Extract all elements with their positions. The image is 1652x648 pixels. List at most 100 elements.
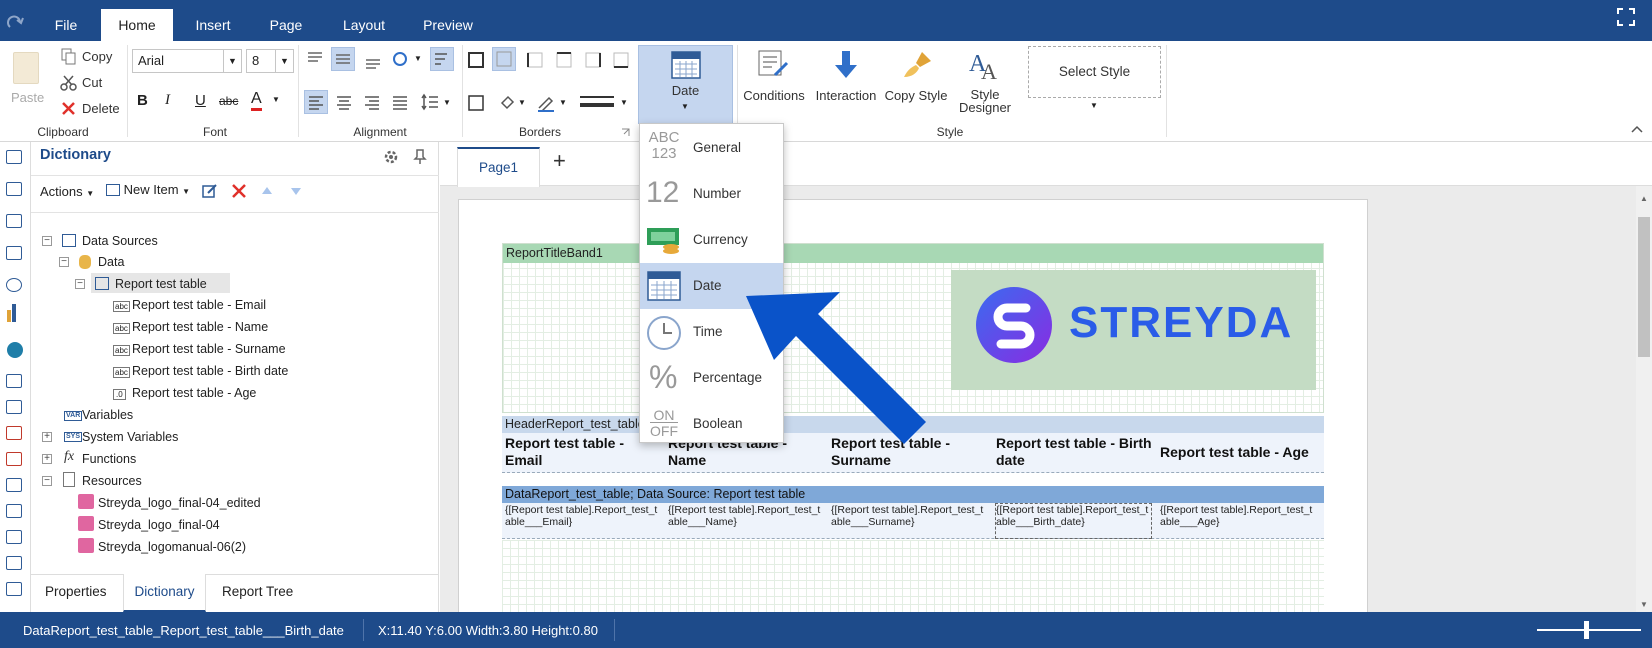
data-cell-birth-date[interactable]: {[Report test table].Report_test_table__…	[995, 503, 1152, 539]
border-all-icon[interactable]	[467, 51, 485, 69]
border-right-icon[interactable]	[584, 51, 602, 69]
edit-icon[interactable]	[202, 183, 218, 199]
tree-item-data[interactable]: Data	[98, 255, 124, 269]
tree-item-column[interactable]: Report test table - Surname	[132, 342, 286, 356]
collapse-toggle[interactable]: −	[42, 476, 52, 486]
zoom-slider[interactable]	[1537, 629, 1641, 631]
tree-item-column[interactable]: Report test table - Birth date	[132, 364, 288, 378]
collapse-ribbon-icon[interactable]	[1631, 124, 1643, 134]
header-cell-birth-date[interactable]: Report test table - Birth date	[996, 435, 1156, 469]
barcode-icon[interactable]	[6, 452, 22, 466]
cross-tab-icon[interactable]	[6, 582, 22, 596]
chart-icon[interactable]	[7, 310, 11, 322]
delete-icon[interactable]	[231, 183, 247, 199]
fill-color-icon[interactable]	[498, 94, 516, 112]
style-designer-button[interactable]: AA Style Designer	[955, 47, 1015, 121]
border-left-icon[interactable]	[526, 51, 544, 69]
tab-page1[interactable]: Page1	[457, 147, 540, 187]
collapse-toggle[interactable]: −	[59, 257, 69, 267]
border-style-icon[interactable]	[467, 94, 485, 112]
copy-style-button[interactable]: Copy Style	[882, 47, 950, 107]
tree-item-image-resource[interactable]: Streyda_logomanual-06(2)	[98, 540, 246, 554]
new-item-menu[interactable]: New Item ▼	[106, 182, 190, 197]
move-down-icon[interactable]	[290, 185, 302, 197]
font-size-select[interactable]: 8 ▼	[246, 49, 294, 73]
rotate-text-icon[interactable]	[392, 50, 410, 68]
tree-item-report-test-table[interactable]: Report test table	[115, 277, 207, 291]
tree-item-image-resource[interactable]: Streyda_logo_final-04	[98, 518, 220, 532]
tree-item-functions[interactable]: Functions	[82, 452, 136, 466]
border-width-select[interactable]	[580, 92, 616, 110]
tree-item-resources[interactable]: Resources	[82, 474, 142, 488]
redo-icon[interactable]	[7, 14, 25, 30]
chevron-down-icon[interactable]: ▼	[620, 98, 628, 107]
tree-item-column[interactable]: Report test table - Email	[132, 298, 266, 312]
data-band-icon[interactable]	[6, 246, 22, 260]
chevron-down-icon[interactable]: ▼	[518, 98, 526, 107]
paste-button[interactable]: Paste	[8, 52, 44, 110]
tree-item-data-sources[interactable]: Data Sources	[82, 234, 158, 248]
data-cell-email[interactable]: {[Report test table].Report_test_table__…	[505, 504, 660, 538]
align-top-icon[interactable]	[306, 50, 324, 68]
tab-file[interactable]: File	[42, 0, 90, 41]
underline-button[interactable]: U	[195, 92, 206, 109]
tab-home[interactable]: Home	[101, 9, 173, 41]
cut-button[interactable]: Cut	[60, 74, 120, 92]
border-bottom-icon[interactable]	[612, 51, 630, 69]
tab-layout[interactable]: Layout	[332, 0, 396, 41]
tab-report-tree[interactable]: Report Tree	[222, 584, 293, 599]
header-cell-age[interactable]: Report test table - Age	[1160, 444, 1322, 461]
copy-button[interactable]: Copy	[60, 48, 120, 66]
expand-toggle[interactable]: +	[42, 432, 52, 442]
tree-item-image-resource[interactable]: Streyda_logo_final-04_edited	[98, 496, 261, 510]
fullscreen-icon[interactable]	[1617, 8, 1635, 26]
chevron-down-icon[interactable]: ▼	[443, 98, 451, 107]
dialog-launcher-icon[interactable]	[621, 128, 630, 137]
chevron-down-icon[interactable]: ▼	[414, 54, 422, 63]
tab-dictionary[interactable]: Dictionary	[123, 574, 206, 612]
border-top-icon[interactable]	[555, 51, 573, 69]
interaction-button[interactable]: Interaction	[811, 47, 881, 107]
tab-insert[interactable]: Insert	[180, 0, 246, 41]
line-spacing-icon[interactable]	[421, 93, 439, 111]
panel-icon[interactable]	[6, 478, 22, 492]
shapes-icon[interactable]	[6, 278, 22, 292]
bold-button[interactable]: B	[137, 92, 148, 109]
chevron-down-icon[interactable]: ▼	[559, 98, 567, 107]
rich-text-icon[interactable]	[6, 400, 22, 414]
align-middle-button[interactable]	[331, 47, 355, 71]
checkbox-icon[interactable]	[6, 504, 22, 518]
align-left-button[interactable]	[304, 90, 328, 114]
actions-menu[interactable]: Actions ▼	[40, 184, 94, 199]
align-bottom-icon[interactable]	[364, 52, 382, 70]
table-icon[interactable]	[6, 556, 22, 570]
font-color-button[interactable]: A	[251, 90, 262, 111]
chevron-down-icon[interactable]: ▼	[1090, 101, 1098, 110]
border-none-button[interactable]	[492, 47, 516, 71]
tree-item-variables[interactable]: Variables	[82, 408, 133, 422]
subreport-icon[interactable]	[6, 530, 22, 544]
align-right-icon[interactable]	[363, 93, 381, 111]
tab-preview[interactable]: Preview	[415, 0, 481, 41]
header-band-icon[interactable]	[6, 214, 22, 228]
collapse-toggle[interactable]: −	[42, 236, 52, 246]
tree-item-column[interactable]: Report test table - Age	[132, 386, 256, 400]
gear-icon[interactable]	[383, 149, 399, 165]
align-center-icon[interactable]	[335, 93, 353, 111]
zoom-slider-thumb[interactable]	[1584, 621, 1589, 639]
map-icon[interactable]	[7, 342, 23, 358]
font-family-select[interactable]: Arial ▼	[132, 49, 242, 73]
border-color-icon[interactable]	[537, 94, 555, 112]
delete-button[interactable]: Delete	[60, 100, 126, 118]
logo-image[interactable]: STREYDA	[951, 270, 1316, 390]
tree-item-column[interactable]: Report test table - Name	[132, 320, 268, 334]
page-header-band-icon[interactable]	[6, 182, 22, 196]
format-item-general[interactable]: ABC 123 General	[640, 125, 783, 171]
tree-item-system-variables[interactable]: System Variables	[82, 430, 178, 444]
expand-toggle[interactable]: +	[42, 454, 52, 464]
conditions-button[interactable]: Conditions	[743, 47, 805, 107]
italic-button[interactable]: I	[165, 92, 170, 109]
tab-page[interactable]: Page	[256, 0, 316, 41]
word-wrap-button[interactable]	[430, 47, 454, 71]
format-date-button[interactable]: Date ▼	[638, 45, 733, 124]
